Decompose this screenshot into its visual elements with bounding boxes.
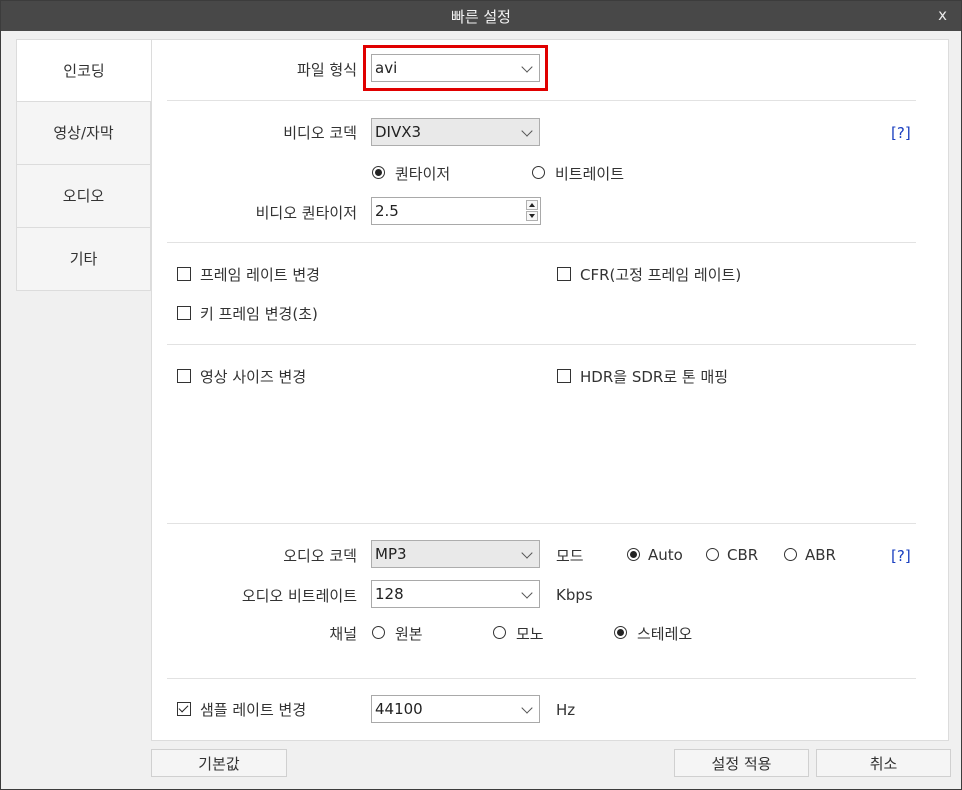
sidebar: 인코딩 영상/자막 오디오 기타 bbox=[16, 39, 151, 291]
audio-bitrate-label: 오디오 비트레이트 bbox=[241, 587, 357, 605]
video-quantizer-value: 2.5 bbox=[375, 202, 399, 220]
audio-bitrate-value: 128 bbox=[375, 585, 404, 603]
cfr-label: CFR(고정 프레임 레이트) bbox=[580, 266, 742, 284]
apply-settings-button[interactable]: 설정 적용 bbox=[674, 749, 809, 777]
audio-codec-label: 오디오 코덱 bbox=[283, 547, 357, 565]
samplerate-change-label: 샘플 레이트 변경 bbox=[200, 701, 307, 719]
chevron-down-icon bbox=[521, 125, 533, 137]
hdr-to-sdr-label: HDR을 SDR로 톤 매핑 bbox=[580, 368, 729, 386]
samplerate-change-checkbox[interactable] bbox=[177, 702, 191, 716]
size-change-label: 영상 사이즈 변경 bbox=[200, 368, 307, 386]
quantizer-radio[interactable] bbox=[372, 166, 385, 179]
chevron-down-icon bbox=[521, 547, 533, 559]
video-quantizer-label: 비디오 퀀타이저 bbox=[255, 204, 357, 222]
close-button[interactable]: x bbox=[938, 6, 947, 24]
default-button[interactable]: 기본값 bbox=[151, 749, 287, 777]
quantizer-radio-label: 퀀타이저 bbox=[395, 165, 451, 183]
cancel-button[interactable]: 취소 bbox=[816, 749, 951, 777]
file-format-label: 파일 형식 bbox=[297, 61, 357, 79]
highlight-box bbox=[363, 45, 548, 91]
title-bar[interactable]: 빠른 설정 x bbox=[1, 1, 961, 31]
size-change-checkbox[interactable] bbox=[177, 369, 191, 383]
settings-panel: 파일 형식 avi 비디오 코덱 DIVX3 [?] 퀀타이저 비트레이트 비디… bbox=[151, 39, 949, 741]
samplerate-unit-label: Hz bbox=[556, 701, 576, 719]
channel-mono-radio[interactable] bbox=[493, 626, 506, 639]
spin-down-button[interactable] bbox=[526, 211, 538, 221]
divider bbox=[167, 523, 916, 524]
mode-abr-label: ABR bbox=[805, 546, 836, 564]
arrow-down-icon bbox=[529, 214, 535, 218]
chevron-down-icon bbox=[521, 587, 533, 599]
tab-video-subtitle[interactable]: 영상/자막 bbox=[16, 102, 151, 165]
framerate-change-label: 프레임 레이트 변경 bbox=[200, 266, 320, 284]
arrow-up-icon bbox=[529, 203, 535, 207]
audio-codec-value: MP3 bbox=[375, 545, 407, 563]
mode-cbr-radio[interactable] bbox=[706, 548, 719, 561]
divider bbox=[167, 100, 916, 101]
channel-mono-label: 모노 bbox=[516, 625, 544, 643]
quick-settings-window: 빠른 설정 x 인코딩 영상/자막 오디오 기타 파일 형식 avi 비디오 코… bbox=[0, 0, 962, 790]
window-title: 빠른 설정 bbox=[451, 8, 511, 26]
bitrate-radio-label: 비트레이트 bbox=[555, 165, 625, 183]
divider bbox=[167, 344, 916, 345]
bitrate-unit-label: Kbps bbox=[556, 586, 593, 604]
video-quantizer-spinner[interactable]: 2.5 bbox=[371, 197, 541, 225]
bitrate-radio[interactable] bbox=[532, 166, 545, 179]
channel-original-radio[interactable] bbox=[372, 626, 385, 639]
mode-auto-label: Auto bbox=[648, 546, 683, 564]
video-codec-value: DIVX3 bbox=[375, 123, 422, 141]
divider bbox=[167, 242, 916, 243]
keyframe-change-checkbox[interactable] bbox=[177, 306, 191, 320]
video-help-link[interactable]: [?] bbox=[891, 124, 911, 142]
channel-original-label: 원본 bbox=[395, 625, 423, 643]
channel-stereo-label: 스테레오 bbox=[637, 625, 693, 643]
tab-encoding[interactable]: 인코딩 bbox=[16, 39, 151, 102]
audio-bitrate-select[interactable]: 128 bbox=[371, 580, 540, 608]
audio-codec-select[interactable]: MP3 bbox=[371, 540, 540, 568]
mode-auto-radio[interactable] bbox=[627, 548, 640, 561]
hdr-to-sdr-checkbox[interactable] bbox=[557, 369, 571, 383]
video-codec-label: 비디오 코덱 bbox=[283, 124, 357, 142]
channel-label: 채널 bbox=[329, 625, 357, 643]
audio-help-link[interactable]: [?] bbox=[891, 547, 911, 565]
framerate-change-checkbox[interactable] bbox=[177, 267, 191, 281]
tab-other[interactable]: 기타 bbox=[16, 228, 151, 291]
channel-stereo-radio[interactable] bbox=[614, 626, 627, 639]
divider bbox=[167, 678, 916, 679]
tab-audio[interactable]: 오디오 bbox=[16, 165, 151, 228]
keyframe-change-label: 키 프레임 변경(초) bbox=[200, 305, 318, 323]
chevron-down-icon bbox=[521, 702, 533, 714]
spin-up-button[interactable] bbox=[526, 200, 538, 210]
samplerate-value: 44100 bbox=[375, 700, 423, 718]
video-codec-select[interactable]: DIVX3 bbox=[371, 118, 540, 146]
mode-abr-radio[interactable] bbox=[784, 548, 797, 561]
cfr-checkbox[interactable] bbox=[557, 267, 571, 281]
mode-cbr-label: CBR bbox=[727, 546, 759, 564]
audio-mode-label: 모드 bbox=[556, 547, 584, 565]
samplerate-select[interactable]: 44100 bbox=[371, 695, 540, 723]
